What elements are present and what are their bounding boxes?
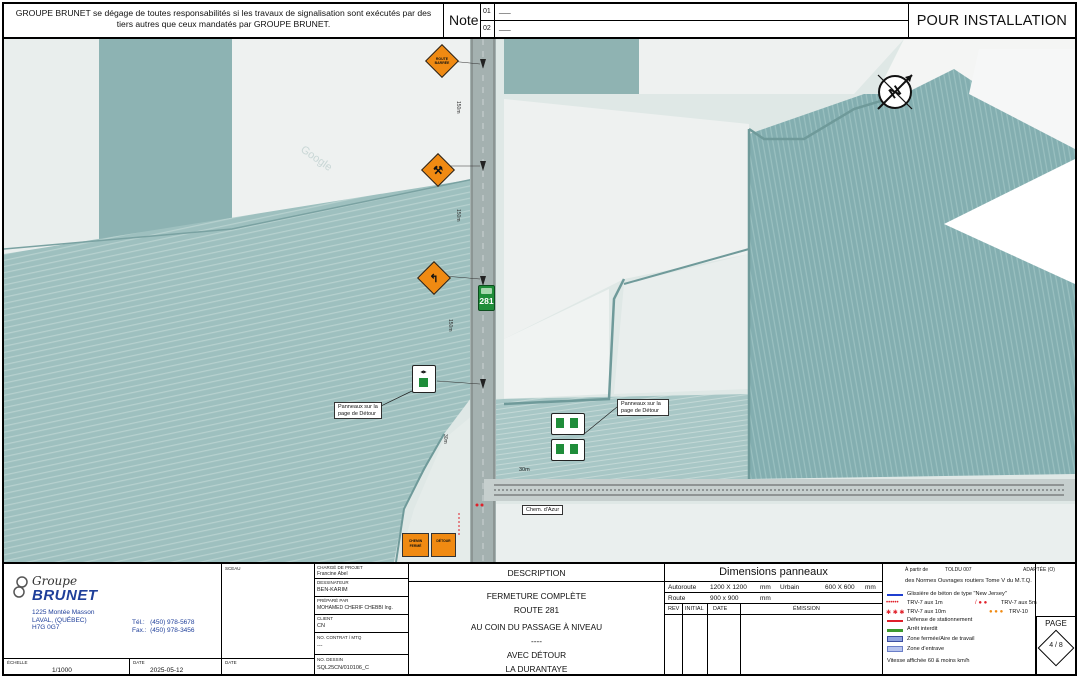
description-line: AVEC DÉTOUR bbox=[506, 650, 567, 660]
project-lead-row: CHARGÉ DE PROJET Francine Abel bbox=[315, 564, 409, 579]
contract-row: NO. CONTRAT / MTQ --- bbox=[315, 633, 409, 655]
field bbox=[494, 504, 1075, 562]
page-number-box: PAGE 4 / 8 bbox=[1036, 616, 1075, 674]
revision-number: 02 bbox=[481, 20, 495, 37]
date-cell: DATE 2025-05-12 bbox=[130, 659, 222, 674]
north-arrow-icon: N bbox=[872, 69, 918, 115]
legend-swatch bbox=[887, 620, 903, 622]
street-label: Chem. d'Azur bbox=[522, 505, 564, 515]
flagger-icon: ⚒ bbox=[433, 164, 443, 177]
revision-text: ___ bbox=[499, 23, 511, 31]
revision-text: ___ bbox=[499, 7, 511, 14]
page-number: 4 / 8 bbox=[1049, 642, 1063, 649]
dimension-row: Route 900 x 900 mm bbox=[665, 593, 882, 604]
drafter-row: DESSINATEUR BEN-KARIM bbox=[315, 579, 409, 597]
distance-label: 150m bbox=[447, 319, 453, 332]
date2-cell: DATE bbox=[225, 660, 237, 665]
legend-swatch bbox=[887, 594, 903, 596]
revision-notes: 01 ___ 02 ___ bbox=[481, 4, 909, 37]
svg-text:◀▶: ◀▶ bbox=[420, 369, 427, 374]
map-background: 150m 150m 150m 30m Google bbox=[4, 39, 1075, 562]
prepared-row: PRÉPARÉ PAR MOHAMED CHERIF CHEBBI Ing. bbox=[315, 597, 409, 615]
revision-row: 02 ___ bbox=[481, 20, 909, 37]
legend-swatch: ● ● ● bbox=[989, 609, 1004, 615]
detour-sign-right-top[interactable] bbox=[551, 413, 585, 435]
company-address: 1225 Montée Masson LAVAL, (QUÉBEC) H7G 0… bbox=[32, 609, 95, 631]
field bbox=[99, 39, 232, 244]
road-closed-barricade[interactable]: CHEMIN FERMÉ bbox=[402, 533, 429, 557]
field bbox=[4, 39, 99, 254]
company-phone: Tél.: (450) 978-5678 Fax.: (450) 978-345… bbox=[132, 619, 195, 634]
legend-swatch bbox=[887, 636, 903, 642]
dimensions-heading: Dimensions panneaux bbox=[665, 564, 882, 582]
disclaimer-text: GROUPE BRUNET se dégage de toutes respon… bbox=[4, 4, 444, 37]
detour-page-callout: Panneaux sur la page de Détour bbox=[617, 399, 669, 416]
field bbox=[504, 39, 639, 94]
scale-value: 1/1000 bbox=[52, 667, 72, 674]
description-line: FERMETURE COMPLÈTE bbox=[486, 591, 587, 601]
client-row: CLIENT CN bbox=[315, 615, 409, 633]
legend-block: À partir de TOLDU 007 ADAPTÉE (O) des No… bbox=[883, 564, 1055, 674]
drawing-sheet: GROUPE BRUNET se dégage de toutes respon… bbox=[2, 2, 1077, 676]
distance-label: 30m bbox=[519, 467, 530, 473]
field bbox=[749, 69, 1075, 479]
detour-page-callout: Panneaux sur la page de Détour bbox=[334, 402, 382, 419]
company-name-line2: BRUNET bbox=[32, 587, 98, 604]
scale-cell: ÉCHELLE 1/1000 bbox=[4, 659, 130, 674]
title-block: Groupe BRUNET 1225 Montée Masson LAVAL, … bbox=[4, 562, 1075, 674]
revision-table-header: REV INITIAL DATE ÉMISSION bbox=[665, 604, 882, 615]
drawing-number-row: NO. DESSIN SQL25CN/010106_C bbox=[317, 657, 369, 671]
header-bar: GROUPE BRUNET se dégage de toutes respon… bbox=[4, 4, 1075, 39]
description-line: LA DURANTAYE bbox=[505, 664, 568, 674]
turn-arrow-icon: ↰ bbox=[429, 272, 439, 285]
description-block: DESCRIPTION FERMETURE COMPLÈTE ROUTE 281… bbox=[409, 564, 665, 674]
legend-swatch: / ● ● bbox=[975, 600, 988, 606]
legend-swatch bbox=[887, 646, 903, 652]
aerial-map[interactable]: 150m 150m 150m 30m Google ROUTE BARRÉE ⚒… bbox=[4, 39, 1075, 562]
distance-label: 150m bbox=[455, 101, 461, 114]
description-line: AU COIN DU PASSAGE À NIVEAU bbox=[470, 622, 603, 632]
distance-label: 150m bbox=[455, 209, 461, 222]
description-line: ---- bbox=[530, 636, 543, 646]
sign-dimensions-block: Dimensions panneaux Autoroute 1200 X 120… bbox=[665, 564, 883, 674]
detour-sign-right-bottom[interactable] bbox=[551, 439, 585, 461]
legend-swatch: •••••• bbox=[886, 600, 899, 606]
seal-box: SCEAU bbox=[222, 564, 315, 658]
dimension-row: Autoroute 1200 X 1200 mm Urbain 600 X 60… bbox=[665, 582, 882, 593]
description-line: ROUTE 281 bbox=[513, 605, 560, 615]
revision-number: 01 bbox=[481, 4, 495, 21]
detour-barricade[interactable]: DÉTOUR bbox=[431, 533, 456, 557]
revision-row: 01 ___ bbox=[481, 4, 909, 21]
brunet-logo-icon bbox=[13, 576, 28, 598]
route-281-shield: 281 bbox=[478, 285, 495, 311]
company-name-line1: Groupe bbox=[32, 574, 78, 588]
company-logo-block: Groupe BRUNET 1225 Montée Masson LAVAL, … bbox=[4, 564, 222, 658]
status-title: POUR INSTALLATION bbox=[916, 13, 1067, 29]
date-value: 2025-05-12 bbox=[150, 667, 184, 674]
note-label: Note bbox=[444, 4, 481, 37]
project-info-block: CHARGÉ DE PROJET Francine Abel DESSINATE… bbox=[315, 564, 409, 674]
distance-label: 30m bbox=[442, 434, 448, 444]
detour-sign-left[interactable]: ◀▶ bbox=[412, 365, 436, 393]
description-heading: DESCRIPTION bbox=[409, 564, 664, 582]
legend-swatch: ✱ ✱ ✱ bbox=[886, 610, 905, 616]
scale-date-row: ÉCHELLE 1/1000 DATE 2025-05-12 DATE bbox=[4, 658, 315, 674]
legend-swatch bbox=[887, 629, 903, 632]
